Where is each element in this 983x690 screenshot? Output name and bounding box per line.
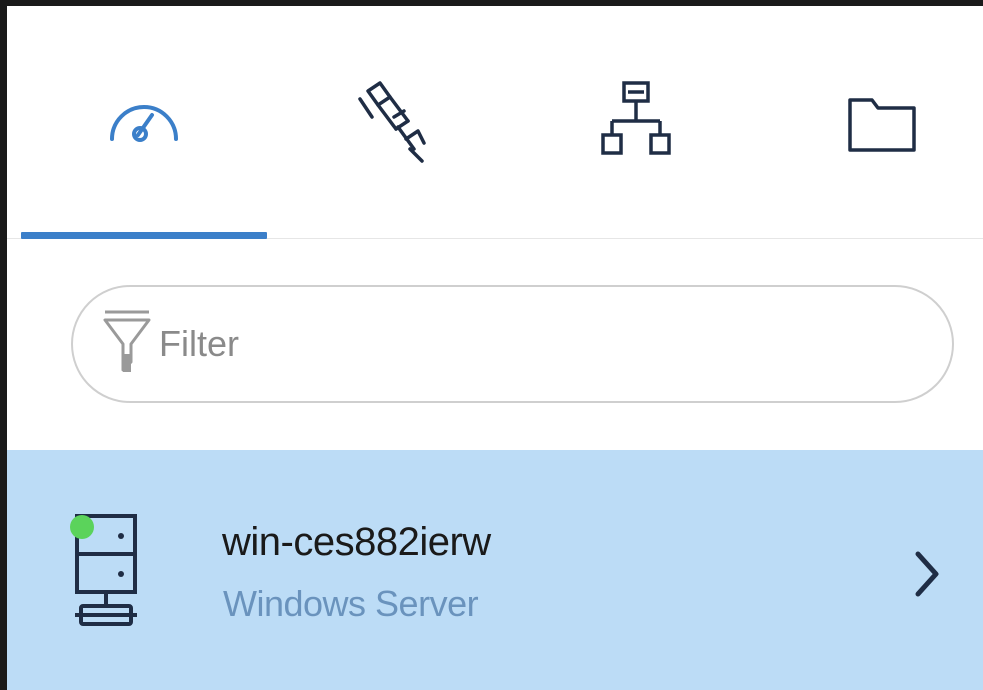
tab-dashboard[interactable] [21,6,267,238]
navigator-panel: win-ces882ierw Windows Server [0,0,983,690]
dashboard-gauge-icon [104,97,184,147]
folder-icon [842,82,922,162]
filter-field[interactable] [71,285,954,403]
active-tab-indicator [21,232,267,239]
tab-strip [7,6,983,239]
satellite-icon [350,77,430,167]
status-online-indicator [70,515,94,539]
server-list-item[interactable]: win-ces882ierw Windows Server [7,450,983,690]
server-name: win-ces882ierw [222,520,491,564]
tab-files[interactable] [759,6,983,238]
network-topology-icon [596,77,676,167]
tab-network[interactable] [513,6,759,238]
tab-satellite[interactable] [267,6,513,238]
filter-input[interactable] [157,322,901,366]
server-type: Windows Server [223,583,479,624]
filter-funnel-icon [101,304,153,389]
chevron-right-icon[interactable] [912,550,942,603]
